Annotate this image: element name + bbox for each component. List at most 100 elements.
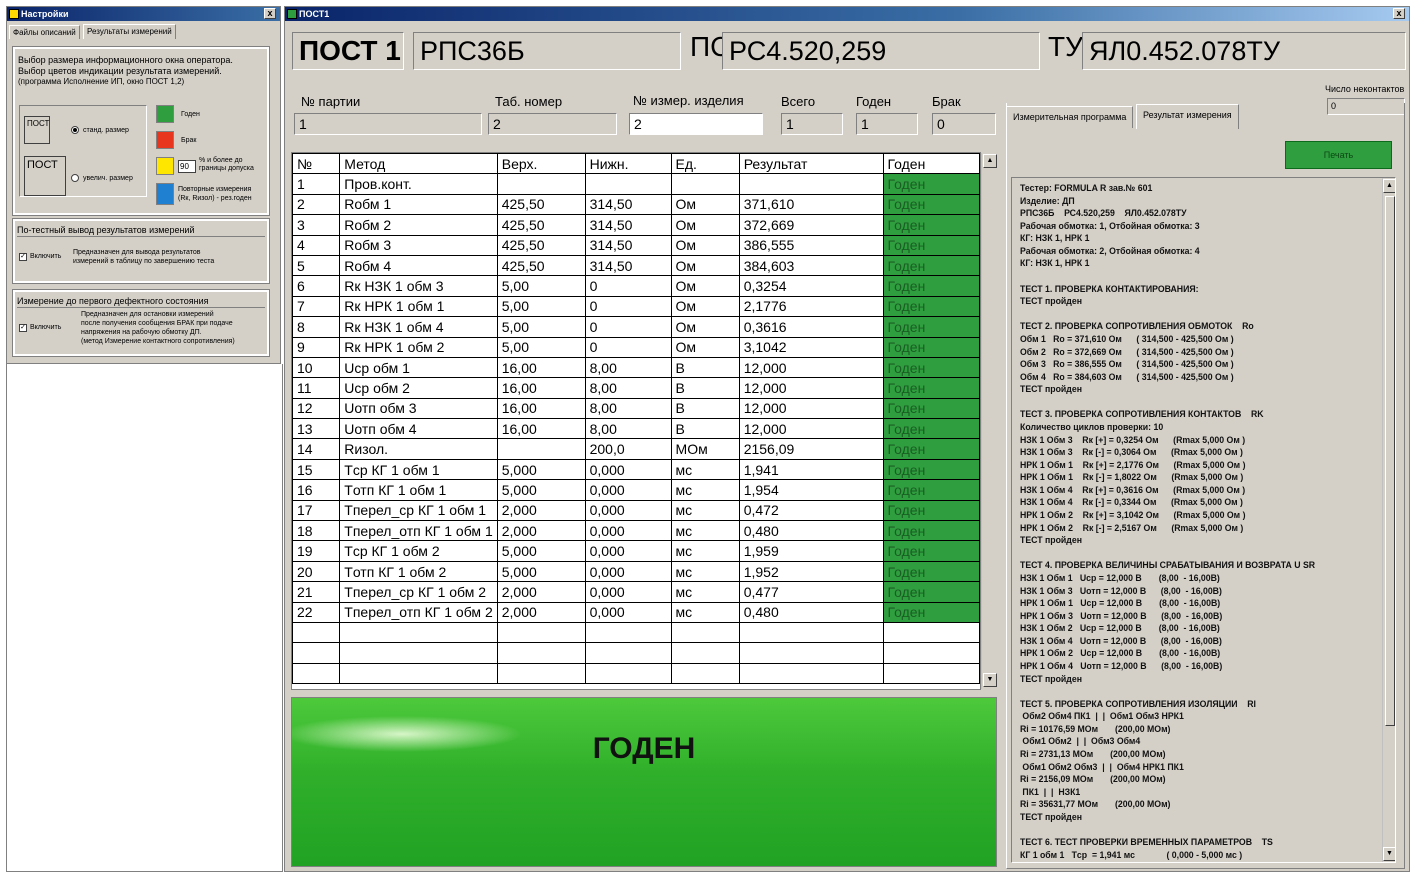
group2-desc-1: Предназначен для вывода результатов: [73, 249, 201, 256]
table-row[interactable]: 1 Пров.конт. Годен: [291, 173, 980, 195]
column-header[interactable]: Ед.: [670, 152, 740, 175]
table-cell: [584, 621, 672, 644]
table-cell: Годен: [882, 316, 980, 338]
settings-title-bar[interactable]: Настройки: [7, 7, 280, 21]
table-cell: Tперел_отп КГ 1 обм 1: [339, 520, 498, 542]
table-cell: 1,941: [738, 458, 884, 481]
repeat-label-1: Повторные измерения: [178, 186, 252, 193]
table-row[interactable]: 19 Tср КГ 1 обм 2 5,000 0,000 мс 1,959 Годен: [291, 540, 980, 562]
table-cell: 16,00: [496, 418, 586, 440]
good-count-input[interactable]: 1: [856, 113, 918, 135]
table-cell: Годен: [882, 540, 980, 562]
table-row[interactable]: 8 Rк НЗК 1 обм 4 5,00 0 Ом 0,3616 Годен: [291, 316, 980, 338]
table-row[interactable]: 18 Tперел_отп КГ 1 обм 1 2,000 0,000 мс 0,480…: [291, 520, 980, 542]
batch-input[interactable]: 1: [294, 113, 482, 135]
table-row[interactable]: 22 Tперел_отп КГ 1 обм 2 2,000 0,000 мс 0,480…: [291, 601, 980, 623]
empty-table-row[interactable]: [291, 642, 980, 664]
table-cell: 5,000: [496, 540, 586, 562]
log-scroll-down-arrow[interactable]: ▼: [1383, 847, 1395, 861]
table-scrollbar[interactable]: ▲ ▼: [981, 153, 997, 689]
first-defect-group: Измерение до первого дефектного состояни…: [12, 289, 270, 357]
tolerance-percent-input[interactable]: 90: [178, 160, 196, 173]
table-cell: 9: [291, 336, 341, 358]
table-cell: 16,00: [496, 356, 586, 379]
radio-enlarged-size[interactable]: [71, 174, 79, 182]
table-cell: [670, 642, 740, 664]
column-header[interactable]: №: [291, 152, 341, 175]
table-cell: Годен: [882, 295, 980, 318]
table-row[interactable]: 20 Tотп КГ 1 обм 2 5,000 0,000 мс 1,952 Годен: [291, 560, 980, 583]
first-defect-checkbox[interactable]: ✓: [19, 324, 27, 332]
table-cell: Годен: [882, 581, 980, 603]
column-header[interactable]: Годен: [882, 152, 980, 175]
column-header[interactable]: Нижн.: [584, 152, 672, 175]
repeat-color-swatch[interactable]: [156, 183, 174, 205]
scroll-down-arrow[interactable]: ▼: [983, 673, 997, 687]
column-header[interactable]: Результат: [738, 152, 884, 175]
table-cell: Uср обм 1: [339, 356, 498, 379]
table-cell: 0,000: [584, 479, 672, 501]
table-row[interactable]: 11 Uср обм 2 16,00 8,00 В 12,000 Годен: [291, 377, 980, 399]
tab-measurement-program[interactable]: Измерительная программа: [1006, 106, 1134, 128]
table-row[interactable]: 15 Tср КГ 1 обм 1 5,000 0,000 мс 1,941 Годен: [291, 458, 980, 481]
table-cell: Uср обм 2: [339, 377, 498, 399]
tab-measurement-result[interactable]: Результат измерения: [1136, 104, 1239, 129]
table-row[interactable]: 3 Rобм 2 425,50 314,50 Ом 372,669 Годен: [291, 214, 980, 236]
total-input[interactable]: 1: [781, 113, 843, 135]
table-row[interactable]: 17 Tперел_ср КГ 1 обм 1 2,000 0,000 мс 0,472 Г…: [291, 499, 980, 522]
scroll-up-arrow[interactable]: ▲: [983, 154, 997, 168]
group2-title: По-тестный вывод результатов измерений: [17, 225, 195, 235]
empty-table-row[interactable]: [291, 662, 980, 685]
table-row[interactable]: 5 Rобм 4 425,50 314,50 Ом 384,603 Годен: [291, 254, 980, 277]
table-row[interactable]: 13 Uотп обм 4 16,00 8,00 В 12,000 Годен: [291, 418, 980, 440]
post-close-button[interactable]: x: [1393, 8, 1405, 19]
table-row[interactable]: 7 Rк НРК 1 обм 1 5,00 0 Ом 2,1776 Годен: [291, 295, 980, 318]
table-cell: 12,000: [738, 356, 884, 379]
table-row[interactable]: 21 Tперел_ср КГ 1 обм 2 2,000 0,000 мс 0,477 Г…: [291, 581, 980, 603]
column-header[interactable]: Метод: [339, 152, 498, 175]
table-cell: мс: [670, 560, 740, 583]
table-row[interactable]: 16 Tотп КГ 1 обм 1 5,000 0,000 мс 1,954 Годен: [291, 479, 980, 501]
empty-table-row[interactable]: [291, 621, 980, 644]
tab-description-files[interactable]: Файлы описаний: [9, 25, 80, 39]
table-cell: Ом: [670, 316, 740, 338]
table-cell: Годен: [882, 499, 980, 522]
divider: [17, 307, 265, 308]
post-title-bar[interactable]: ПОСТ1: [285, 7, 1409, 21]
item-number-input[interactable]: 2: [629, 113, 763, 135]
table-cell: В: [670, 397, 740, 420]
table-row[interactable]: 6 Rк НЗК 1 обм 3 5,00 0 Ом 0,3254 Годен: [291, 275, 980, 297]
settings-close-button[interactable]: x: [264, 8, 276, 19]
table-row[interactable]: 14 Rизол. 200,0 МОм 2156,09 Годен: [291, 438, 980, 460]
table-row[interactable]: 2 Rобм 1 425,50 314,50 Ом 371,610 Годен: [291, 193, 980, 216]
group1-line3: (программа Исполнение ИП, окно ПОСТ 1,2): [18, 77, 185, 86]
tab-number-input[interactable]: 2: [488, 113, 617, 135]
table-row[interactable]: 4 Rобм 3 425,50 314,50 Ом 386,555 Годен: [291, 234, 980, 256]
log-scroll-up-arrow[interactable]: ▲: [1383, 179, 1395, 193]
log-scroll-thumb[interactable]: [1385, 196, 1395, 726]
table-cell: Ом: [670, 275, 740, 297]
table-row[interactable]: 10 Uср обм 1 16,00 8,00 В 12,000 Годен: [291, 356, 980, 379]
table-cell: [496, 642, 586, 664]
table-cell: Ом: [670, 214, 740, 236]
table-cell: 12,000: [738, 397, 884, 420]
table-cell: Uотп обм 3: [339, 397, 498, 420]
table-row[interactable]: 12 Uотп обм 3 16,00 8,00 В 12,000 Годен: [291, 397, 980, 420]
table-row[interactable]: 9 Rк НРК 1 обм 2 5,00 0 Ом 3,1042 Годен: [291, 336, 980, 358]
table-cell: 12,000: [738, 418, 884, 440]
group1-line1: Выбор размера информационного окна опера…: [18, 55, 233, 65]
per-test-checkbox[interactable]: ✓: [19, 253, 27, 261]
reject-count-input[interactable]: 0: [932, 113, 996, 135]
good-color-swatch[interactable]: [156, 105, 174, 123]
settings-title: Настройки: [21, 9, 69, 19]
log-scrollbar[interactable]: ▲ ▼: [1382, 178, 1395, 862]
tolerance-color-swatch[interactable]: [156, 157, 174, 175]
reject-color-swatch[interactable]: [156, 131, 174, 149]
column-header[interactable]: Верх.: [496, 152, 586, 175]
group3-desc-4: (метод Измерение контактного сопротивлен…: [81, 338, 235, 345]
table-cell: Годен: [882, 560, 980, 583]
tab-measurement-results[interactable]: Результаты измерений: [83, 24, 176, 39]
table-cell: 16,00: [496, 377, 586, 399]
radio-standard-size[interactable]: [71, 126, 79, 134]
print-button[interactable]: Печать: [1285, 141, 1392, 169]
